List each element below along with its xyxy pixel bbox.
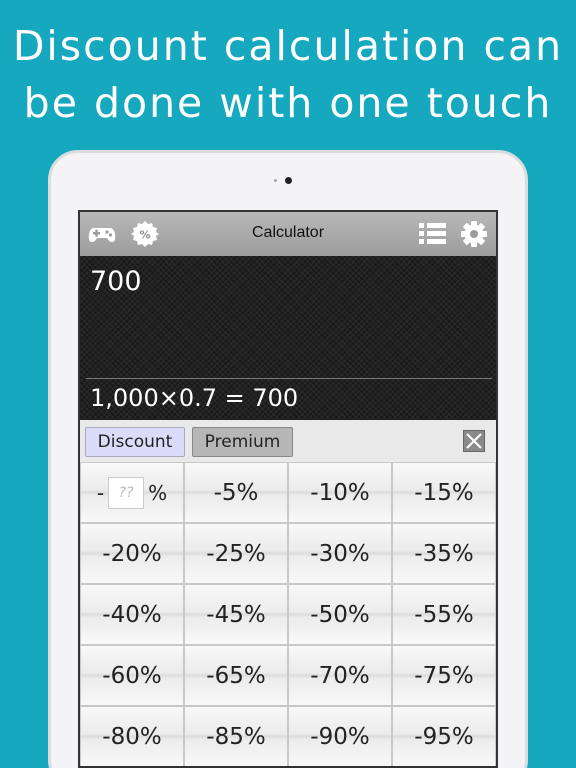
discount-key-35[interactable]: -35% [392,523,496,584]
calculation-expression: 1,000×0.7 = 700 [90,384,299,412]
discount-key-5[interactable]: -5% [184,462,288,523]
headline-line-2: be done with one touch [23,79,553,127]
discount-key-50[interactable]: -50% [288,584,392,645]
discount-key-90[interactable]: -90% [288,706,392,766]
discount-key-70[interactable]: -70% [288,645,392,706]
tablet-sensor [274,179,277,182]
title-bar: % Calculator [80,212,496,256]
discount-key-20[interactable]: -20% [80,523,184,584]
close-button[interactable] [463,430,485,452]
custom-suffix: % [148,480,168,505]
list-icon[interactable] [418,220,448,248]
custom-discount-key[interactable]: - ?? % [80,462,184,523]
close-icon [466,433,482,449]
tab-discount[interactable]: Discount [85,427,185,457]
discount-key-65[interactable]: -65% [184,645,288,706]
discount-key-55[interactable]: -55% [392,584,496,645]
discount-key-30[interactable]: -30% [288,523,392,584]
custom-prefix: - [96,480,105,505]
custom-percent-input[interactable]: ?? [108,476,145,509]
discount-key-25[interactable]: -25% [184,523,288,584]
tablet-camera [285,177,292,184]
mode-tabs: Discount Premium [80,420,496,462]
discount-keypad: - ?? % -5% -10% -15% -20% -25% -30% -35%… [80,462,496,766]
discount-key-45[interactable]: -45% [184,584,288,645]
app-screen: % Calculator 700 1,000×0.7 = 700 Discoun… [78,210,498,768]
result-value: 700 [90,266,142,297]
discount-key-15[interactable]: -15% [392,462,496,523]
discount-key-40[interactable]: -40% [80,584,184,645]
discount-key-10[interactable]: -10% [288,462,392,523]
display-divider [86,378,492,379]
calculator-display: 700 1,000×0.7 = 700 [80,256,496,420]
discount-key-95[interactable]: -95% [392,706,496,766]
headline: Discount calculation can be done with on… [0,18,576,132]
tab-premium[interactable]: Premium [192,427,293,457]
discount-key-80[interactable]: -80% [80,706,184,766]
gear-icon[interactable] [459,220,489,248]
headline-line-1: Discount calculation can [12,22,564,70]
discount-key-75[interactable]: -75% [392,645,496,706]
discount-key-85[interactable]: -85% [184,706,288,766]
discount-key-60[interactable]: -60% [80,645,184,706]
